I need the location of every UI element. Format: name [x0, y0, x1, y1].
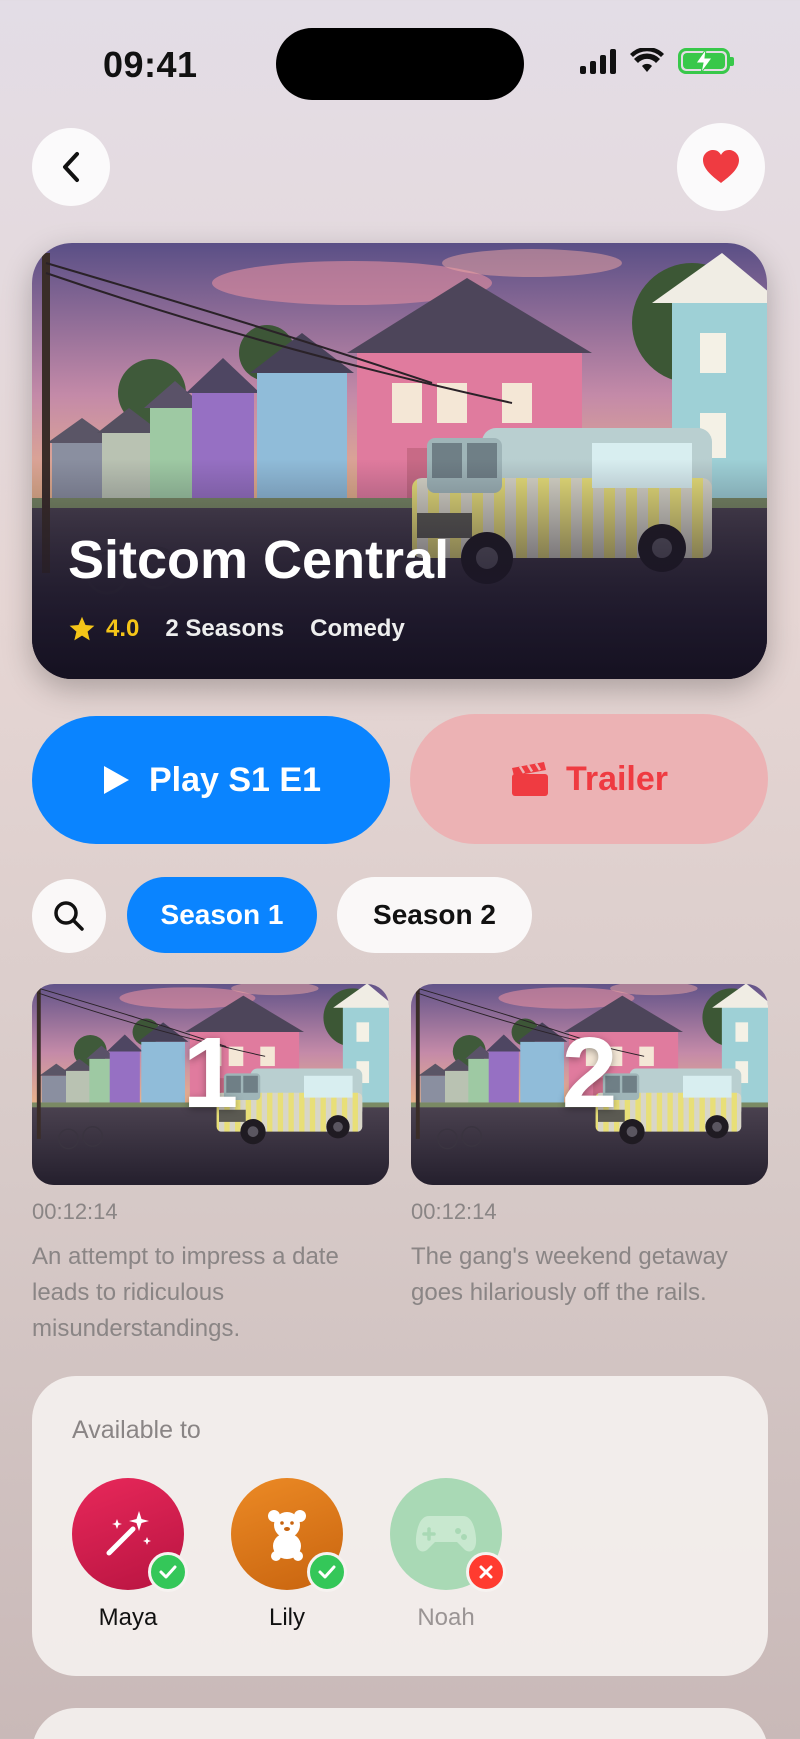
play-button[interactable]: Play S1 E1	[32, 716, 390, 844]
favorite-button[interactable]	[677, 123, 765, 211]
game-controller-icon	[415, 1516, 477, 1552]
episode-card[interactable]: 1 00:12:14 An attempt to impress a date …	[32, 984, 389, 1347]
season-count: 2 Seasons	[165, 615, 285, 642]
profile-name: Noah	[417, 1604, 475, 1631]
episode-number: 1	[182, 1017, 239, 1129]
search-episodes-button[interactable]	[32, 879, 106, 953]
status-bar: 09:41	[0, 0, 800, 130]
tab-season-1[interactable]: Season 1	[127, 877, 317, 953]
available-check-icon	[307, 1552, 347, 1592]
next-section-card	[32, 1708, 768, 1739]
profile-noah[interactable]: Noah	[390, 1478, 506, 1632]
dynamic-island	[276, 28, 524, 100]
profile-name: Lily	[268, 1604, 305, 1631]
chevron-left-icon	[63, 152, 79, 182]
availability-title: Available to	[72, 1416, 201, 1444]
profile-maya[interactable]: Maya	[72, 1478, 188, 1632]
rating-value: 4.0	[106, 615, 140, 642]
tab-season-2[interactable]: Season 2	[337, 877, 532, 953]
play-icon	[103, 766, 129, 794]
episode-number: 2	[561, 1017, 618, 1129]
avatar[interactable]	[72, 1478, 188, 1592]
search-icon	[54, 901, 84, 931]
back-button[interactable]	[32, 128, 110, 206]
episode-card[interactable]: 2 00:12:14 The gang's weekend getaway go…	[411, 984, 768, 1311]
heart-icon	[703, 150, 739, 183]
show-hero-card: Sitcom Central 4.0 2 Seasons Comedy	[32, 243, 767, 679]
episode-description: The gang's weekend getaway goes hilariou…	[411, 1243, 728, 1306]
show-meta: 4.0 2 Seasons Comedy	[68, 615, 405, 643]
cellular-signal-icon	[580, 48, 616, 74]
profile-lily[interactable]: Lily	[231, 1478, 347, 1632]
profile-name: Maya	[98, 1604, 158, 1631]
episode-description: An attempt to impress a date leads to ri…	[32, 1243, 339, 1342]
star-icon	[69, 616, 95, 641]
availability-card: Available to Maya Lily Noah	[32, 1376, 768, 1676]
wifi-icon	[630, 48, 664, 72]
magic-wand-icon	[106, 1511, 151, 1556]
status-icons	[580, 48, 734, 74]
teddy-bear-icon	[268, 1510, 306, 1561]
status-time: 09:41	[103, 44, 198, 85]
available-check-icon	[148, 1552, 188, 1592]
battery-icon	[678, 48, 734, 74]
episode-duration: 00:12:14	[32, 1199, 118, 1224]
clapperboard-icon	[511, 762, 548, 796]
episode-thumbnail[interactable]: 2	[411, 984, 768, 1185]
avatar[interactable]	[231, 1478, 347, 1592]
genre-label: Comedy	[310, 615, 405, 642]
avatar[interactable]	[390, 1478, 506, 1592]
episode-duration: 00:12:14	[411, 1199, 497, 1224]
play-button-label: Play S1 E1	[148, 760, 321, 799]
unavailable-x-icon	[466, 1552, 506, 1592]
episode-thumbnail[interactable]: 1	[32, 984, 389, 1185]
trailer-button-label: Trailer	[565, 759, 669, 798]
show-title: Sitcom Central	[68, 530, 450, 590]
trailer-button[interactable]: Trailer	[410, 714, 768, 844]
